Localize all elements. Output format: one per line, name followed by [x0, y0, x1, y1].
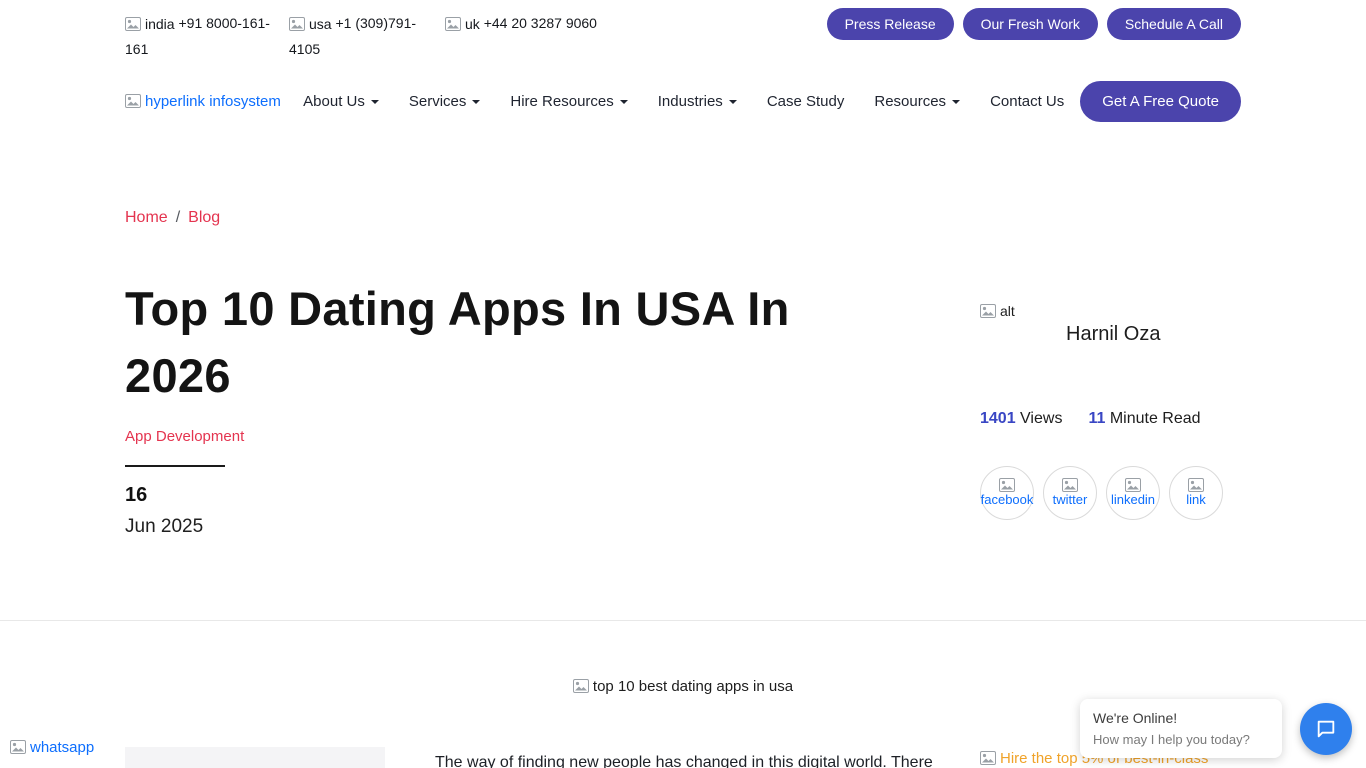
chat-tooltip: We're Online! How may I help you today? — [1080, 699, 1282, 758]
broken-image-icon — [289, 17, 305, 31]
linkedin-share-button[interactable]: linkedin — [1106, 466, 1160, 520]
hero-image-alt-text: top 10 best dating apps in usa — [593, 678, 793, 695]
chevron-down-icon — [729, 100, 737, 104]
nav-label: About Us — [303, 93, 365, 110]
broken-image-icon — [573, 679, 589, 693]
nav-hire-resources[interactable]: Hire Resources — [510, 93, 627, 110]
broken-image-icon — [980, 751, 996, 765]
article-header: Top 10 Dating Apps In USA In 2026 App De… — [125, 276, 1241, 538]
broken-image-icon — [980, 304, 996, 318]
section-divider — [0, 620, 1366, 621]
chevron-down-icon — [371, 100, 379, 104]
social-alt-text: link — [1186, 492, 1206, 508]
main-navbar: hyperlink infosystem About Us Services H… — [125, 72, 1241, 130]
nav-label: Case Study — [767, 93, 845, 110]
breadcrumb: Home / Blog — [125, 209, 220, 227]
nav-resources[interactable]: Resources — [874, 93, 960, 110]
copy-link-button[interactable]: link — [1169, 466, 1223, 520]
broken-image-icon — [125, 17, 141, 31]
views-count: 1401 — [980, 410, 1016, 427]
nav-industries[interactable]: Industries — [658, 93, 737, 110]
article-intro-paragraph: The way of finding new people has change… — [435, 750, 947, 768]
press-release-button[interactable]: Press Release — [827, 8, 954, 40]
chevron-down-icon — [620, 100, 628, 104]
phone-uk[interactable]: uk +44 20 3287 9060 — [445, 11, 597, 62]
page: india +91 8000-161-161 usa +1 (309)791-4… — [0, 0, 1366, 768]
nav-label: Hire Resources — [510, 93, 613, 110]
nav-about-us[interactable]: About Us — [303, 93, 379, 110]
flag-alt-text: india — [145, 12, 175, 37]
author-panel: alt Harnil Oza 1401 Views 11 Minute Read… — [980, 302, 1242, 520]
views-label: Views — [1020, 410, 1062, 427]
linkedin-icon — [1125, 478, 1141, 492]
chat-bubble-icon — [1315, 718, 1337, 740]
logo-alt-text: hyperlink infosystem — [145, 93, 281, 110]
twitter-icon — [1062, 478, 1078, 492]
social-alt-text: facebook — [981, 492, 1034, 508]
read-time-count: 11 — [1088, 410, 1105, 427]
phone-india[interactable]: india +91 8000-161-161 — [125, 11, 271, 62]
whatsapp-alt-text: whatsapp — [30, 739, 94, 756]
chevron-down-icon — [472, 100, 480, 104]
avatar: alt — [980, 302, 1044, 366]
views-stat: 1401 Views — [980, 410, 1062, 428]
avatar-image: alt — [980, 303, 1015, 319]
topbar: india +91 8000-161-161 usa +1 (309)791-4… — [125, 8, 1241, 62]
phone-number: +44 20 3287 9060 — [484, 15, 597, 31]
author-name: Harnil Oza — [1066, 323, 1160, 346]
topbar-buttons: Press Release Our Fresh Work Schedule A … — [827, 8, 1241, 40]
flag-alt-text: uk — [465, 12, 480, 37]
main-nav: About Us Services Hire Resources Industr… — [303, 93, 1064, 110]
chevron-down-icon — [952, 100, 960, 104]
author-row: alt Harnil Oza — [980, 302, 1242, 366]
nav-label: Services — [409, 93, 467, 110]
facebook-share-button[interactable]: facebook — [980, 466, 1034, 520]
read-time-label: Minute Read — [1110, 410, 1201, 427]
link-icon — [1188, 478, 1204, 492]
phone-list: india +91 8000-161-161 usa +1 (309)791-4… — [125, 8, 597, 62]
schedule-a-call-button[interactable]: Schedule A Call — [1107, 8, 1241, 40]
get-a-free-quote-button[interactable]: Get A Free Quote — [1080, 81, 1241, 122]
nav-label: Resources — [874, 93, 946, 110]
breadcrumb-separator: / — [176, 209, 180, 226]
flag-alt-text: usa — [309, 12, 332, 37]
category-link[interactable]: App Development — [125, 428, 244, 445]
hero-image: top 10 best dating apps in usa — [573, 678, 793, 695]
nav-services[interactable]: Services — [409, 93, 481, 110]
chat-greeting-text: How may I help you today? — [1093, 732, 1269, 747]
hero-image-container: top 10 best dating apps in usa — [0, 677, 1366, 695]
logo-link[interactable]: hyperlink infosystem — [125, 93, 281, 110]
twitter-share-button[interactable]: twitter — [1043, 466, 1097, 520]
sidebar-card — [125, 747, 385, 768]
whatsapp-image: whatsapp — [10, 739, 94, 756]
read-time-stat: 11 Minute Read — [1088, 410, 1200, 428]
india-flag-image: india — [125, 12, 175, 37]
usa-flag-image: usa — [289, 12, 332, 37]
social-alt-text: twitter — [1053, 492, 1088, 508]
broken-image-icon — [445, 17, 461, 31]
title-divider — [125, 465, 225, 467]
nav-contact-us[interactable]: Contact Us — [990, 93, 1064, 110]
social-alt-text: linkedin — [1111, 492, 1155, 508]
whatsapp-icon — [10, 740, 26, 754]
facebook-icon — [999, 478, 1015, 492]
breadcrumb-blog-link[interactable]: Blog — [188, 209, 220, 226]
chat-launcher-button[interactable] — [1300, 703, 1352, 755]
chat-status-text: We're Online! — [1093, 710, 1269, 726]
nav-case-study[interactable]: Case Study — [767, 93, 845, 110]
nav-label: Contact Us — [990, 93, 1064, 110]
social-share-row: facebook twitter linkedin link — [980, 466, 1242, 520]
our-fresh-work-button[interactable]: Our Fresh Work — [963, 8, 1098, 40]
phone-usa[interactable]: usa +1 (309)791-4105 — [289, 11, 427, 62]
broken-image-icon — [125, 94, 141, 108]
page-title: Top 10 Dating Apps In USA In 2026 — [125, 276, 825, 409]
breadcrumb-home-link[interactable]: Home — [125, 209, 168, 226]
whatsapp-button[interactable]: whatsapp — [10, 738, 94, 756]
avatar-alt-text: alt — [1000, 303, 1015, 319]
article-stats: 1401 Views 11 Minute Read — [980, 410, 1242, 428]
nav-label: Industries — [658, 93, 723, 110]
uk-flag-image: uk — [445, 12, 480, 37]
logo-image: hyperlink infosystem — [125, 93, 281, 110]
